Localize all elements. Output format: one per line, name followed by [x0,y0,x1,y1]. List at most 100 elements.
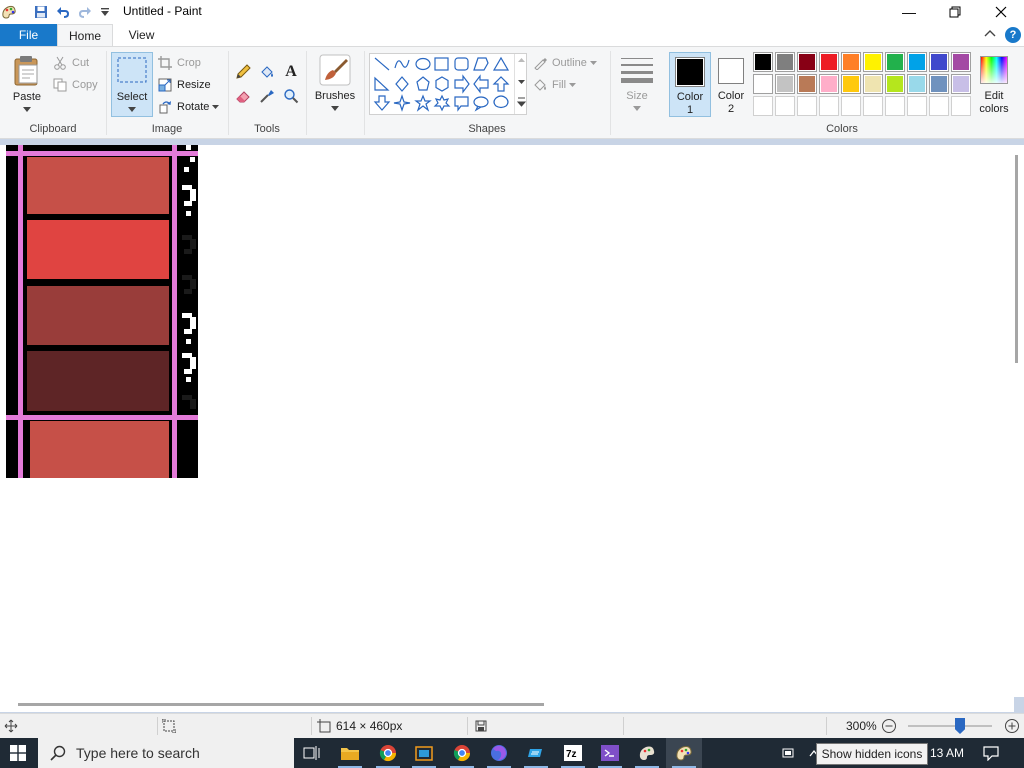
palette-swatch[interactable] [753,74,773,94]
tray-app-icon[interactable] [770,738,806,768]
tab-home[interactable]: Home [57,24,113,47]
palette-swatch[interactable] [929,74,949,94]
palette-swatch[interactable] [951,96,971,116]
taskbar-7zip[interactable]: 7z [555,738,591,768]
palette-swatch[interactable] [907,96,927,116]
taskbar-paint[interactable] [666,738,702,768]
palette-swatch[interactable] [753,96,773,116]
taskbar-app-blue[interactable] [518,738,554,768]
undo-icon[interactable] [54,3,72,21]
palette-swatch[interactable] [797,74,817,94]
palette-swatch[interactable] [753,52,773,72]
taskbar-app-green[interactable] [406,738,442,768]
horizontal-scrollbar-thumb[interactable] [18,703,544,706]
drawing-canvas[interactable] [6,145,1014,697]
palette-swatch[interactable] [841,96,861,116]
action-center-button[interactable] [974,738,1008,768]
palette-swatch[interactable] [797,96,817,116]
size-dropdown-icon [633,106,641,111]
outline-button[interactable]: Outline [532,53,597,73]
taskbar-clock[interactable]: 13 AM [930,746,964,760]
brushes-label: Brushes [314,90,356,102]
paste-button[interactable]: Paste [8,53,48,117]
palette-swatch[interactable] [863,74,883,94]
taskbar-app-paint-like[interactable] [629,738,665,768]
palette-swatch[interactable] [775,96,795,116]
taskbar-search-box[interactable]: Type here to search [38,738,294,768]
copy-button[interactable]: Copy [52,75,98,95]
palette-swatch[interactable] [775,52,795,72]
zoom-slider-thumb[interactable] [955,718,965,734]
size-button[interactable]: Size [616,52,658,117]
cut-button[interactable]: Cut [52,53,89,73]
palette-swatch[interactable] [841,74,861,94]
paint-icon [676,746,692,761]
palette-swatch[interactable] [951,74,971,94]
palette-swatch[interactable] [885,52,905,72]
palette-swatch[interactable] [841,52,861,72]
palette-swatch[interactable] [819,52,839,72]
palette-swatch[interactable] [797,52,817,72]
palette-swatch[interactable] [929,96,949,116]
rotate-button[interactable]: Rotate [157,97,220,117]
palette-swatch[interactable] [819,74,839,94]
taskbar-visual-studio[interactable] [592,738,628,768]
fill-button[interactable]: Fill [532,75,577,95]
tab-file[interactable]: File [0,24,57,46]
eraser-icon[interactable] [234,87,252,105]
text-tool-icon[interactable]: A [282,63,300,81]
palette-swatch[interactable] [885,74,905,94]
save-icon[interactable] [32,3,50,21]
taskbar-firefox[interactable] [481,738,517,768]
palette-swatch[interactable] [929,52,949,72]
palette-swatch-color [887,54,903,70]
resize-button[interactable]: Resize [157,75,211,95]
palette-swatch[interactable] [819,96,839,116]
color1-button[interactable]: Color 1 [669,52,711,117]
palette-swatch-color [887,98,903,114]
pencil-icon[interactable] [234,63,252,81]
taskbar-chrome-2[interactable] [444,738,480,768]
palette-swatch[interactable] [775,74,795,94]
app-window-icon [415,746,433,761]
color1-label: Color [676,91,704,103]
customize-quick-access-icon[interactable] [96,3,114,21]
start-button[interactable] [0,738,36,768]
fill-label: Fill [552,79,567,91]
task-view-button[interactable] [294,738,330,768]
palette-swatch[interactable] [907,52,927,72]
taskbar-chrome[interactable] [370,738,406,768]
edit-colors-button[interactable]: Edit colors [975,52,1015,117]
shapes-scroll[interactable] [514,54,527,114]
app-blue-icon [528,749,542,757]
palette-swatch[interactable] [863,96,883,116]
palette-swatch[interactable] [907,74,927,94]
shapes-scroll-arrows-icon [516,58,527,107]
vertical-scrollbar-thumb[interactable] [1015,155,1018,363]
crop-button[interactable]: Crop [157,53,201,73]
color2-button[interactable]: Color 2 [713,52,751,117]
zoom-out-button[interactable] [881,718,897,737]
help-icon[interactable]: ? [1005,27,1021,43]
magnifier-icon[interactable] [282,87,300,105]
close-button[interactable] [978,0,1024,24]
fill-bucket-icon[interactable] [258,63,276,81]
palette-swatch[interactable] [951,52,971,72]
restore-button[interactable] [932,0,978,24]
palette-swatch[interactable] [885,96,905,116]
palette-swatch[interactable] [863,52,883,72]
paint-app-icon[interactable] [0,3,18,21]
status-divider [623,717,624,735]
select-button[interactable]: Select [111,52,153,117]
windows-logo-icon [10,745,26,761]
redo-icon[interactable] [76,3,94,21]
zoom-in-button[interactable] [1004,718,1020,737]
minimize-button[interactable]: — [886,0,932,24]
tab-view[interactable]: View [113,24,170,46]
collapse-ribbon-icon[interactable] [984,28,998,42]
taskbar-file-explorer[interactable] [332,738,368,768]
paste-label: Paste [12,91,42,103]
color-picker-icon[interactable] [258,87,276,105]
brushes-button[interactable]: Brushes [312,52,358,117]
zoom-slider-track[interactable] [908,725,992,727]
